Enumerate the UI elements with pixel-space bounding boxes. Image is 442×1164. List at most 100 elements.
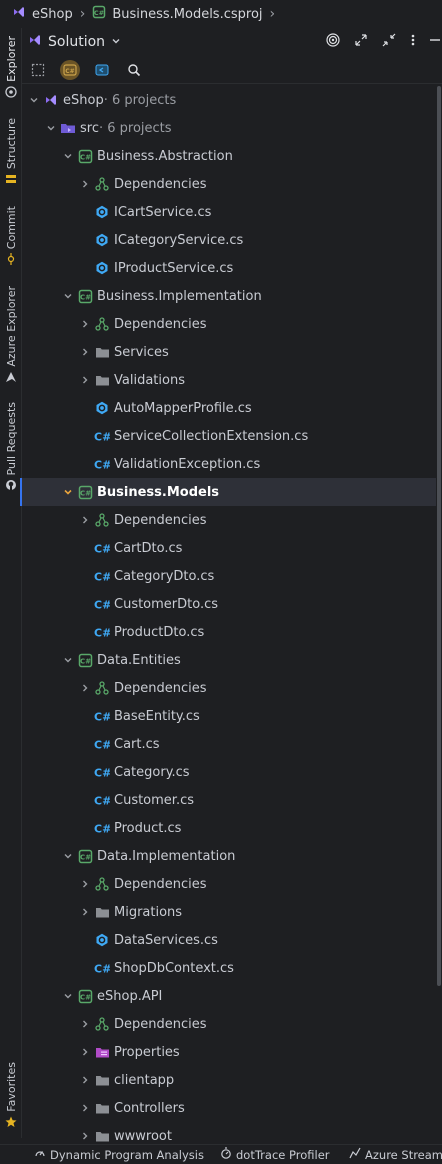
chevron-right-icon[interactable] xyxy=(77,1044,93,1060)
tree-item[interactable]: C# CustomerDto.cs xyxy=(22,590,436,618)
chevron-down-icon[interactable] xyxy=(60,484,76,500)
search-icon[interactable] xyxy=(124,60,144,80)
tree-item[interactable]: C# Product.cs xyxy=(22,814,436,842)
sidebar-tab-azure-explorer[interactable]: Azure Explorer xyxy=(0,286,22,383)
tree-item[interactable]: C# ServiceCollectionExtension.cs xyxy=(22,422,436,450)
tree-item[interactable]: C# Data.Implementation xyxy=(22,842,436,870)
chevron-right-icon[interactable] xyxy=(77,344,93,360)
statusbar-azure-streaming[interactable]: Azure Streamin xyxy=(349,1147,442,1162)
tree-item[interactable]: C# Business.Models xyxy=(22,478,436,506)
dependencies-icon xyxy=(94,876,110,892)
expand-icon[interactable] xyxy=(354,33,368,51)
tree-item[interactable]: Dependencies xyxy=(22,674,436,702)
chevron-right-icon[interactable] xyxy=(77,1016,93,1032)
tree-item[interactable]: C# CategoryDto.cs xyxy=(22,562,436,590)
chevron-down-icon[interactable] xyxy=(43,120,59,136)
chevron-right-icon: › xyxy=(269,6,276,22)
chevron-down-icon[interactable] xyxy=(26,92,42,108)
tree-item[interactable]: C# Business.Abstraction xyxy=(22,142,436,170)
sidebar-tab-pull-requests[interactable]: Pull Requests xyxy=(0,402,22,491)
solution-icon xyxy=(12,5,26,23)
folder-solution-icon xyxy=(60,120,76,136)
sidebar-tab-commit[interactable]: Commit xyxy=(0,206,22,266)
csproj-icon: C# xyxy=(77,288,93,304)
tree-item[interactable]: C# Cart.cs xyxy=(22,730,436,758)
svg-text:C#: C# xyxy=(94,431,110,443)
chevron-down-icon[interactable] xyxy=(60,148,76,164)
chevron-down-icon[interactable] xyxy=(60,988,76,1004)
chevron-right-icon[interactable] xyxy=(77,1128,93,1144)
tree-scrollbar[interactable] xyxy=(437,86,441,1144)
collapse-icon[interactable] xyxy=(382,33,396,51)
select-icon[interactable] xyxy=(28,60,48,80)
scrollbar-thumb[interactable] xyxy=(437,86,441,986)
chevron-right-icon[interactable] xyxy=(77,1072,93,1088)
minimize-icon[interactable] xyxy=(430,33,440,51)
tree-item[interactable]: clientapp xyxy=(22,1066,436,1094)
sidebar-tab-structure[interactable]: Structure xyxy=(0,118,22,185)
file-icon[interactable] xyxy=(92,60,112,80)
tree-item[interactable]: C# Business.Implementation xyxy=(22,282,436,310)
csproj-icon: C# xyxy=(92,5,106,23)
statusbar-dynamic-program-analysis[interactable]: Dynamic Program Analysis xyxy=(34,1147,204,1162)
tree-item-label: Product.cs xyxy=(114,820,182,836)
tree-item[interactable]: wwwroot xyxy=(22,1122,436,1144)
tree-item[interactable]: C# Data.Entities xyxy=(22,646,436,674)
tree-item[interactable]: Migrations xyxy=(22,898,436,926)
tree-item[interactable]: Dependencies xyxy=(22,310,436,338)
chevron-right-icon[interactable] xyxy=(77,1100,93,1116)
tree-item[interactable]: AutoMapperProfile.cs xyxy=(22,394,436,422)
tree-item[interactable]: src · 6 projects xyxy=(22,114,436,142)
tree-item[interactable]: Dependencies xyxy=(22,1010,436,1038)
more-icon[interactable] xyxy=(410,33,416,51)
chevron-right-icon[interactable] xyxy=(77,904,93,920)
svg-text:C#: C# xyxy=(65,68,74,75)
sidebar-tab-favorites[interactable]: Favorites xyxy=(0,1062,22,1128)
tree-item[interactable]: C# ProductDto.cs xyxy=(22,618,436,646)
tree-item[interactable]: C# ShopDbContext.cs xyxy=(22,954,436,982)
folder-icon xyxy=(94,1128,110,1144)
tree-item[interactable]: C# Customer.cs xyxy=(22,786,436,814)
interface-icon xyxy=(94,204,110,220)
tree-item[interactable]: IProductService.cs xyxy=(22,254,436,282)
breadcrumb-item-project[interactable]: C# Business.Models.csproj xyxy=(92,5,263,23)
tree-item[interactable]: eShop · 6 projects xyxy=(22,86,436,114)
structure-icon xyxy=(5,173,17,185)
solution-view-dropdown[interactable]: Solution xyxy=(28,33,121,51)
chevron-right-icon[interactable] xyxy=(77,680,93,696)
sidebar-tab-label: Favorites xyxy=(4,1062,18,1112)
chevron-down-icon[interactable] xyxy=(60,848,76,864)
tree-item[interactable]: C# ValidationException.cs xyxy=(22,450,436,478)
chevron-right-icon[interactable] xyxy=(77,876,93,892)
tree-item[interactable]: Dependencies xyxy=(22,170,436,198)
csproj-icon: C# xyxy=(77,148,93,164)
chevron-down-icon[interactable] xyxy=(60,652,76,668)
tree-item[interactable]: Services xyxy=(22,338,436,366)
tree-item[interactable]: C# eShop.API xyxy=(22,982,436,1010)
tree-item-label: DataServices.cs xyxy=(114,932,218,948)
chevron-right-icon[interactable] xyxy=(77,176,93,192)
tree-item[interactable]: Dependencies xyxy=(22,870,436,898)
chevron-right-icon[interactable] xyxy=(77,316,93,332)
tree-item[interactable]: ICategoryService.cs xyxy=(22,226,436,254)
csharp-filter-icon[interactable]: C# xyxy=(60,59,80,80)
tree-item[interactable]: C# CartDto.cs xyxy=(22,534,436,562)
tree-item[interactable]: ICartService.cs xyxy=(22,198,436,226)
tree-item[interactable]: Validations xyxy=(22,366,436,394)
tree-item[interactable]: C# Category.cs xyxy=(22,758,436,786)
chevron-right-icon[interactable] xyxy=(77,372,93,388)
statusbar-dottrace-profiler[interactable]: dotTrace Profiler xyxy=(220,1147,330,1162)
sidebar-tab-explorer[interactable]: Explorer xyxy=(0,36,22,98)
tree-item[interactable]: Dependencies xyxy=(22,506,436,534)
tree-item[interactable]: Controllers xyxy=(22,1094,436,1122)
breadcrumb-item-solution[interactable]: eShop xyxy=(12,5,73,23)
azure-icon xyxy=(5,371,17,383)
tree-item[interactable]: C# BaseEntity.cs xyxy=(22,702,436,730)
tree-item[interactable]: DataServices.cs xyxy=(22,926,436,954)
tree-item[interactable]: Properties xyxy=(22,1038,436,1066)
chevron-down-icon[interactable] xyxy=(60,288,76,304)
chevron-right-icon[interactable] xyxy=(77,512,93,528)
folder-icon xyxy=(94,1100,110,1116)
target-icon[interactable] xyxy=(326,33,340,51)
